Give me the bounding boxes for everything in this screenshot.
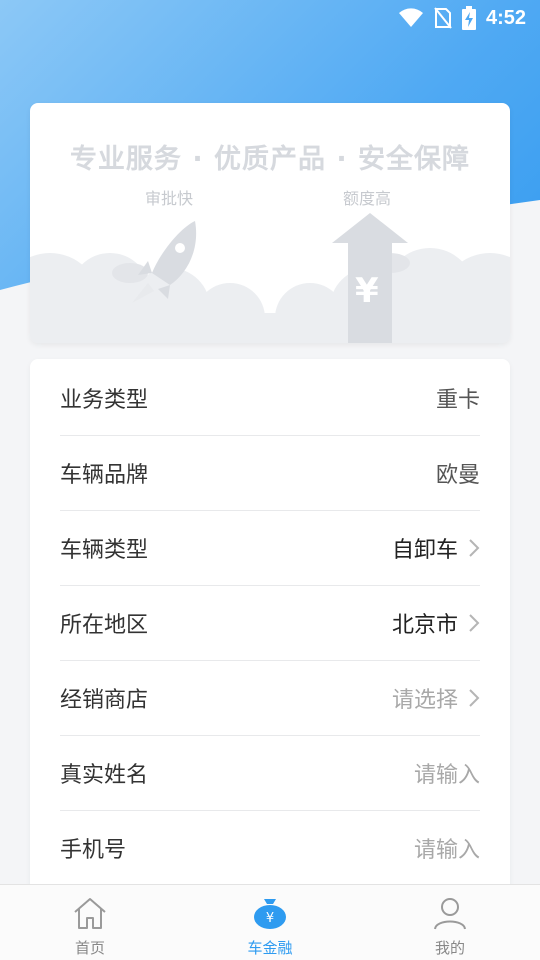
form-row-region[interactable]: 所在地区 北京市 <box>60 586 480 661</box>
form-row-business-type[interactable]: 业务类型 重卡 <box>60 361 480 436</box>
form-value: 自卸车 <box>391 538 458 563</box>
form-label: 经销商店 <box>60 688 149 713</box>
real-name-input[interactable]: 请输入 <box>414 757 480 789</box>
no-sim-icon <box>434 7 452 29</box>
form-label: 车辆类型 <box>60 538 149 563</box>
status-time: 4:52 <box>485 6 526 29</box>
form-label: 真实姓名 <box>60 763 149 788</box>
form-label: 业务类型 <box>60 388 149 413</box>
form-row-phone[interactable]: 手机号 请输入 <box>60 811 480 886</box>
banner-tag-high-limit: 额度高 <box>343 189 392 208</box>
yuan-symbol: ¥ <box>355 271 379 311</box>
loan-application-form: 业务类型 重卡 车辆品牌 欧曼 车辆类型 自卸车 所在地区 北京市 经销商店 请… <box>30 359 510 919</box>
form-row-vehicle-brand[interactable]: 车辆品牌 欧曼 <box>60 436 480 511</box>
phone-input[interactable]: 请输入 <box>414 832 480 864</box>
status-bar: 4:52 <box>0 0 540 36</box>
chevron-right-icon <box>468 613 480 633</box>
form-value: 欧曼 <box>435 463 480 488</box>
form-row-real-name[interactable]: 真实姓名 请输入 <box>60 736 480 811</box>
form-row-vehicle-type[interactable]: 车辆类型 自卸车 <box>60 511 480 586</box>
tab-home[interactable]: 首页 <box>0 885 180 960</box>
form-label: 车辆品牌 <box>60 463 149 488</box>
tab-label: 我的 <box>434 939 465 957</box>
form-row-dealer[interactable]: 经销商店 请选择 <box>60 661 480 736</box>
wifi-icon <box>398 8 424 28</box>
form-value: 请选择 <box>391 688 458 713</box>
tab-label: 首页 <box>74 939 105 957</box>
svg-text:¥: ¥ <box>266 911 274 926</box>
form-value: 北京市 <box>391 613 458 638</box>
battery-charging-icon <box>461 6 476 30</box>
tab-car-finance[interactable]: ¥ 车金融 <box>180 885 360 960</box>
chevron-right-icon <box>468 688 480 708</box>
user-icon <box>430 893 470 933</box>
form-label: 所在地区 <box>60 613 149 638</box>
banner-tag-fast-approval: 审批快 <box>145 189 194 208</box>
home-icon <box>70 893 110 933</box>
form-label: 手机号 <box>60 838 127 863</box>
promo-banner[interactable]: 专业服务 · 优质产品 · 安全保障 审批快 额度高 ¥ <box>30 103 510 343</box>
money-bag-icon: ¥ <box>250 893 290 933</box>
banner-headline: 专业服务 · 优质产品 · 安全保障 <box>69 144 471 175</box>
tab-mine[interactable]: 我的 <box>360 885 540 960</box>
chevron-right-icon <box>468 538 480 558</box>
tab-label: 车金融 <box>247 939 293 957</box>
form-value: 重卡 <box>435 388 480 413</box>
bottom-tab-bar: 首页 ¥ 车金融 我的 <box>0 884 540 960</box>
